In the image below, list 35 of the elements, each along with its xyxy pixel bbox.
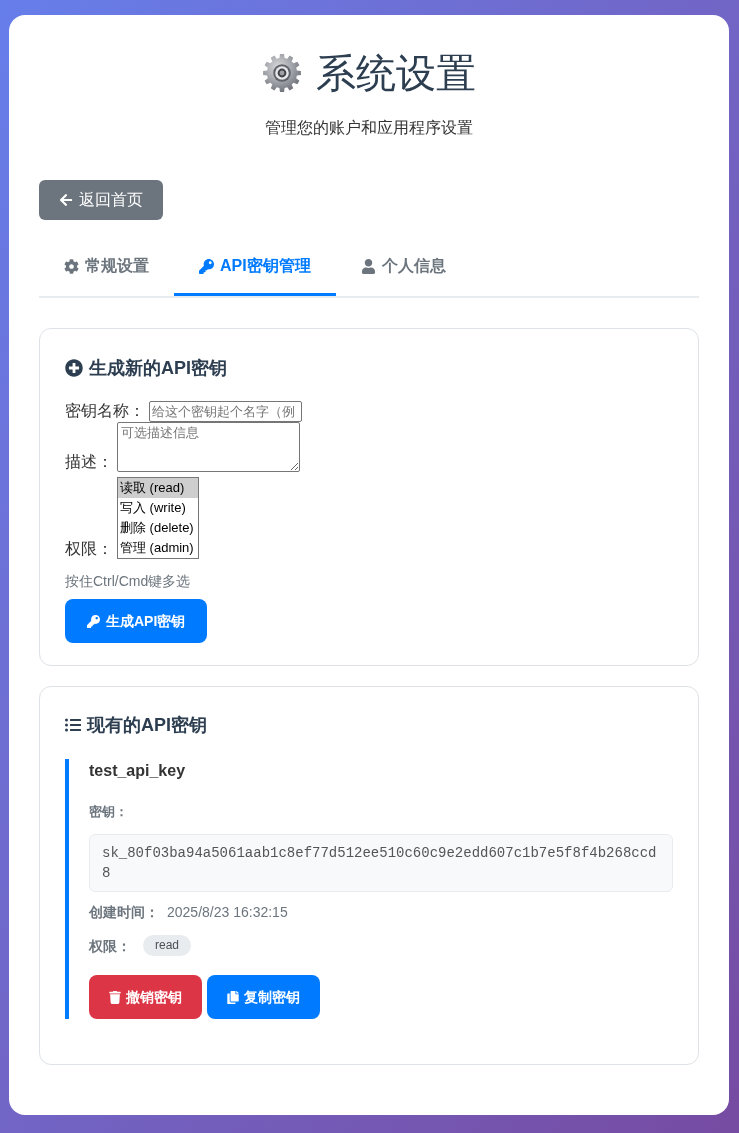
key-icon [199,258,214,274]
tab[interactable]: 常规设置 [39,239,174,296]
page-title: 系统设置 [315,50,476,97]
back-button[interactable]: 返回首页 [39,180,163,220]
key-name: test_api_key [89,762,186,779]
api-key-code: sk_80f03ba94a5061aab1c8ef77d512ee510c60c9e2edd607c1b7e5f8f4b268ccd8 [89,834,673,892]
page-subtitle: 管理您的账户和应用程序设置 [265,118,473,138]
tab[interactable]: 个人信息 [335,239,471,296]
field-label: 创建时间： [89,903,159,922]
gear-icon [262,54,301,92]
field-label: 权限： [89,936,131,956]
form-label: 密钥名称： [65,401,145,421]
copy-key-button[interactable]: 复制密钥 [207,975,320,1019]
copy-icon [227,990,239,1004]
created-time: 2025/8/23 16:32:15 [167,903,288,922]
section-heading: 生成新的API密钥 [89,357,227,380]
list-icon [65,717,81,733]
field-label: 密钥： [89,804,128,819]
list-option[interactable]: 读取 (read) [118,478,198,498]
key-name-input[interactable]: 给这个密钥起个名字（例 [149,401,302,422]
hint-text: 按住Ctrl/Cmd键多选 [65,573,191,589]
user-icon [360,258,376,274]
arrow-left-icon [59,193,73,207]
generate-key-button[interactable]: 生成API密钥 [65,599,208,643]
form-label: 权限： [65,539,113,559]
tab[interactable]: API密钥管理 [174,239,336,296]
trash-icon [109,990,121,1004]
gear-icon [64,258,79,274]
permissions-listbox[interactable]: 读取 (read) 写入 (write) 删除 (delete) 管理 (admin) [117,477,199,559]
permission-tag: read [143,935,192,956]
revoke-key-button[interactable]: 撤销密钥 [89,975,202,1019]
description-textarea[interactable]: 可选描述信息 [117,422,300,472]
key-icon [87,614,100,628]
form-label: 描述： [65,452,113,472]
section-heading: 现有的API密钥 [87,714,207,737]
